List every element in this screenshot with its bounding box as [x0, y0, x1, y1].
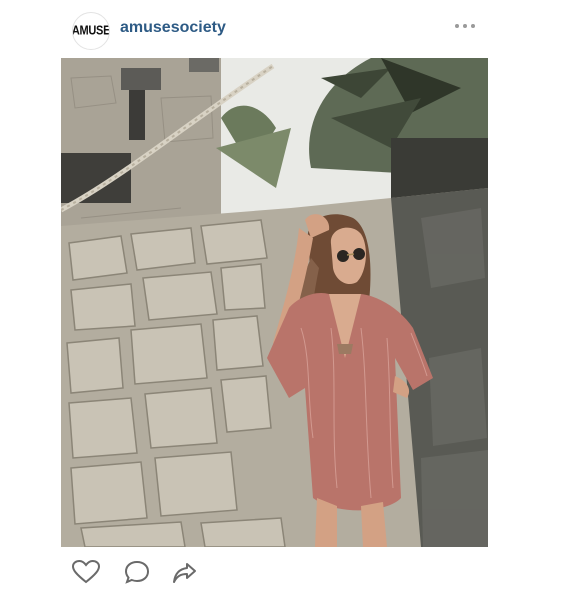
post-header: AMUSE amusesociety — [0, 0, 580, 56]
username-link[interactable]: amusesociety — [120, 19, 226, 37]
post-photo[interactable] — [61, 58, 488, 547]
more-dot — [463, 24, 467, 28]
share-icon[interactable] — [172, 560, 198, 589]
comment-icon[interactable] — [124, 560, 150, 589]
more-options-icon[interactable] — [455, 16, 475, 36]
post-actions — [71, 559, 212, 584]
instagram-post: AMUSE amusesociety — [0, 0, 580, 584]
avatar[interactable]: AMUSE — [72, 12, 110, 50]
heart-icon[interactable] — [71, 559, 101, 589]
avatar-logo-text: AMUSE — [72, 24, 110, 38]
post-photo-illustration — [61, 58, 488, 547]
more-dot — [471, 24, 475, 28]
more-dot — [455, 24, 459, 28]
